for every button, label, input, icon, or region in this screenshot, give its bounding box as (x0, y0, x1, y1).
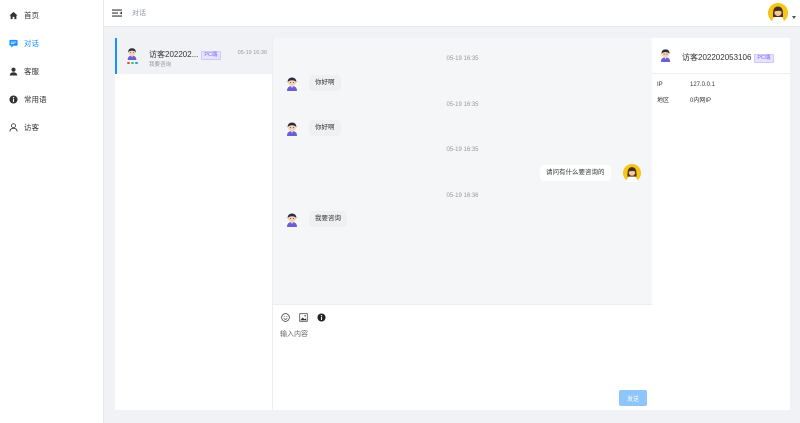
conversation-list: 访客202202... PC端 05-19 16:36 我要咨询 (115, 38, 273, 410)
region-value: 0内网IP (690, 98, 712, 104)
breadcrumb[interactable]: 对话 (132, 8, 146, 18)
sidebar-item-visitor[interactable]: 访客 (0, 113, 103, 141)
sidebar-item-chat[interactable]: 对话 (0, 29, 103, 57)
ip-label: IP (657, 82, 663, 88)
visitor-name: 访客202202053106 PC端 (682, 52, 774, 63)
visitor-avatar (287, 213, 297, 227)
conversation-preview: 我要咨询 (149, 62, 172, 68)
home-icon (9, 11, 18, 20)
visitor-info-panel: 访客202202053106 PC端 IP 127.0.0.1 地区 0内网IP (652, 38, 790, 410)
message-bubble: 请问有什么要咨询的 (540, 165, 611, 181)
message-time: 05-19 16:35 (446, 147, 479, 153)
visitor-info-header: 访客202202053106 PC端 (652, 38, 790, 74)
message-time: 05-19 16:36 (446, 193, 479, 199)
conversation-time: 05-19 16:36 (237, 50, 267, 56)
visitor-avatar (660, 49, 671, 62)
chat-icon (9, 39, 18, 48)
send-button[interactable]: 发送 (619, 390, 647, 406)
image-icon[interactable] (299, 313, 308, 322)
chevron-down-icon[interactable] (792, 16, 796, 19)
message-input[interactable] (280, 329, 640, 389)
menu-toggle-icon[interactable] (112, 8, 122, 18)
agent-icon (9, 67, 18, 76)
visitor-region-row: 地区 0内网IP (657, 95, 711, 104)
message-list[interactable]: 05-19 16:35 你好啊 05-19 16:35 你好啊 05-19 16… (273, 38, 652, 304)
message-bubble: 我要咨询 (309, 211, 347, 227)
visitor-avatar (287, 77, 297, 91)
sidebar-item-phrases[interactable]: 常用语 (0, 85, 103, 113)
message-time: 05-19 16:35 (446, 56, 479, 62)
conversation-name: 访客202202... PC端 (149, 49, 221, 60)
region-label: 地区 (657, 98, 670, 104)
message-bubble: 你好啊 (309, 75, 341, 91)
info-icon[interactable] (317, 313, 326, 322)
visitor-avatar (287, 122, 297, 136)
sidebar-item-label: 首页 (24, 10, 39, 20)
message-time: 05-19 16:35 (446, 102, 479, 108)
composer: 发送 (273, 304, 652, 410)
info-icon (9, 94, 18, 104)
sidebar-item-label: 对话 (24, 38, 39, 48)
sidebar-item-label: 常用语 (24, 94, 47, 104)
visitor-icon (9, 122, 18, 132)
sidebar-item-home[interactable]: 首页 (0, 1, 103, 29)
agent-avatar (623, 164, 641, 182)
sidebar-item-label: 客服 (24, 66, 39, 76)
sidebar-item-agent[interactable]: 客服 (0, 57, 103, 85)
emoji-icon[interactable] (281, 313, 290, 322)
visitor-ip-row: IP 127.0.0.1 (657, 82, 715, 88)
visitor-avatar (127, 48, 137, 60)
platform-badge: PC端 (754, 54, 774, 63)
top-header: 对话 (104, 0, 800, 27)
conversation-item[interactable]: 访客202202... PC端 05-19 16:36 我要咨询 (115, 38, 272, 74)
platform-badge: PC端 (201, 51, 221, 60)
chat-window: 05-19 16:35 你好啊 05-19 16:35 你好啊 05-19 16… (273, 38, 652, 410)
composer-toolbar (281, 313, 326, 322)
browser-indicator (127, 62, 138, 64)
sidebar: 首页 对话 客服 常用语 访客 (0, 0, 104, 423)
sidebar-item-label: 访客 (24, 122, 39, 132)
ip-value: 127.0.0.1 (690, 82, 716, 88)
user-avatar[interactable] (768, 3, 788, 23)
message-bubble: 你好啊 (309, 120, 341, 136)
main-panel: 访客202202... PC端 05-19 16:36 我要咨询 05-19 16… (115, 38, 790, 410)
